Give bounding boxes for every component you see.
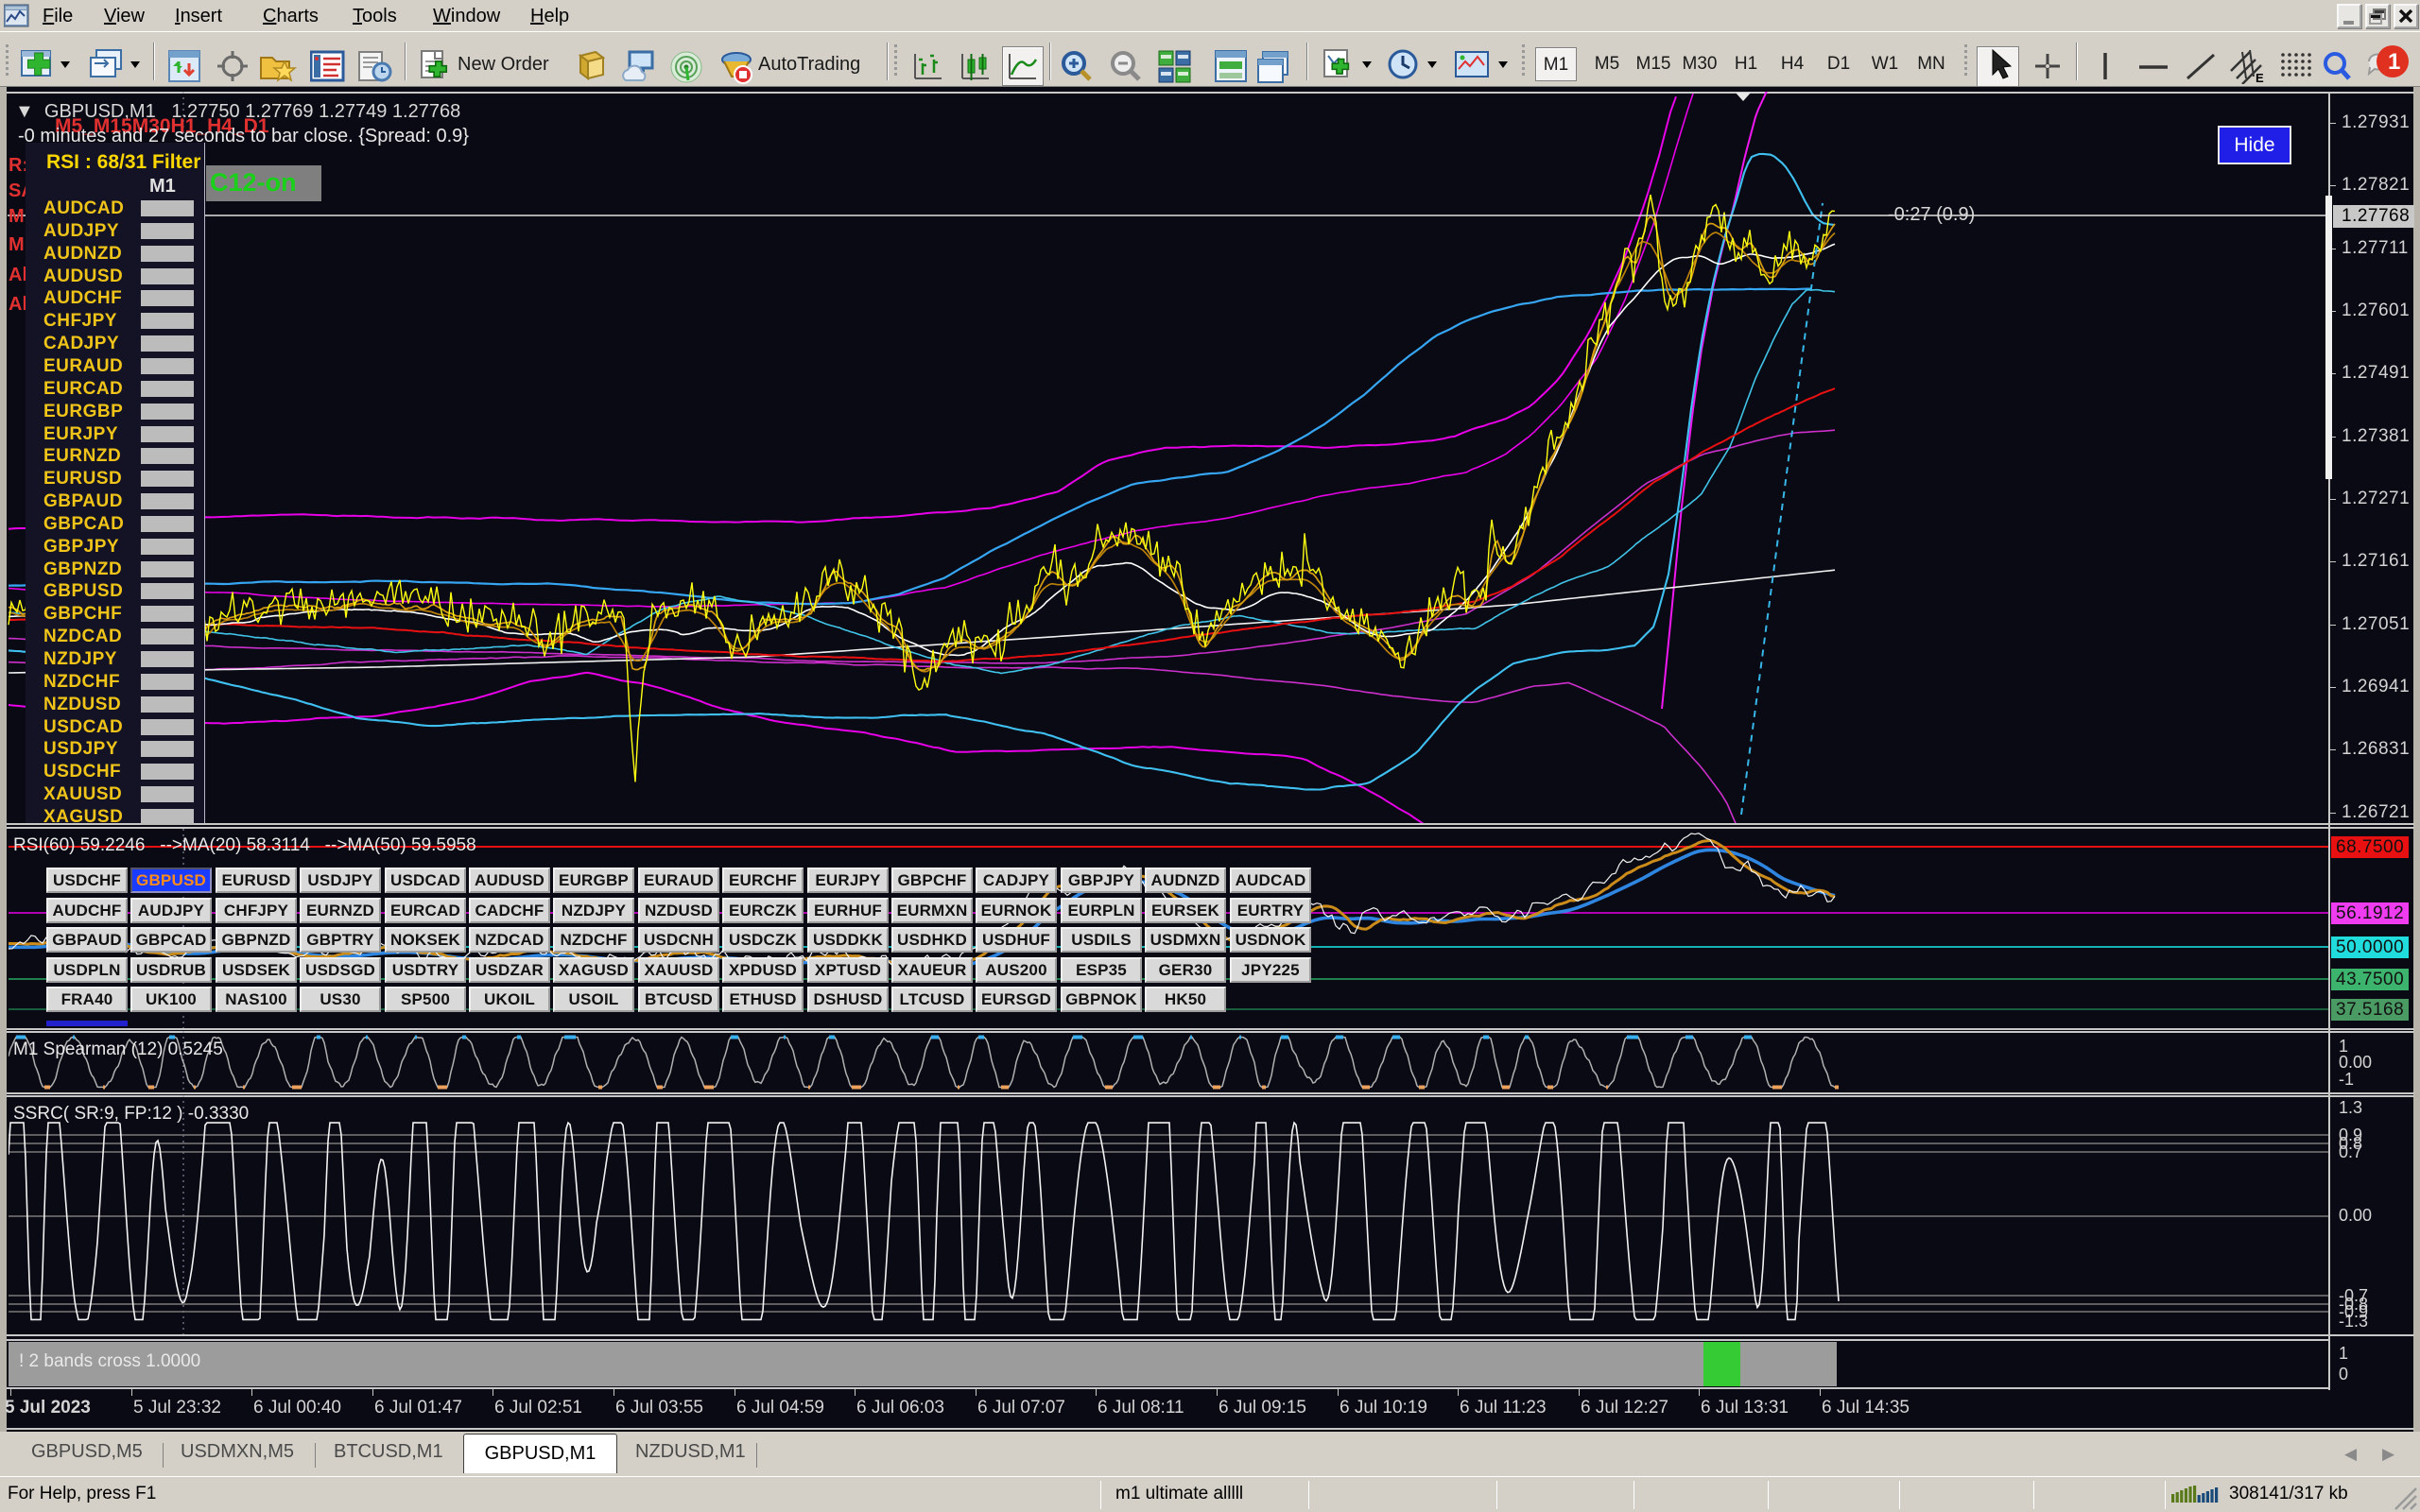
- svg-text:E: E: [2256, 71, 2264, 84]
- svg-text:1: 1: [2388, 49, 2400, 75]
